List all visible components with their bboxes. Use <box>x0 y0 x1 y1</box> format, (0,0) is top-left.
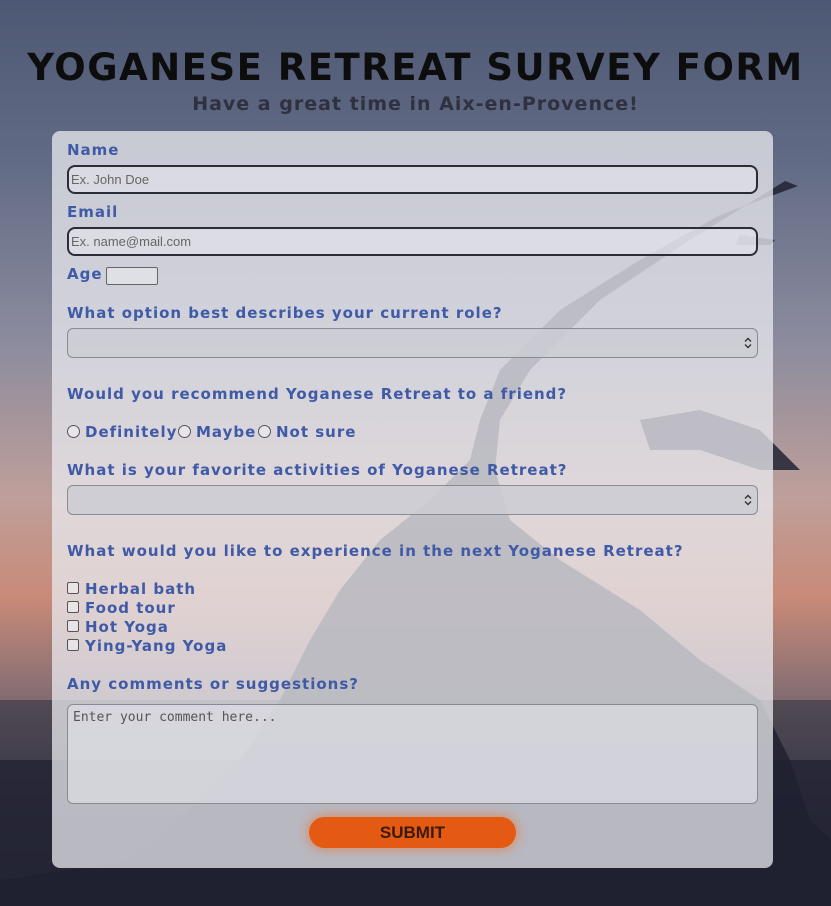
email-label: Email <box>67 203 119 221</box>
experience-question: What would you like to experience in the… <box>67 542 684 560</box>
role-question: What option best describes your current … <box>67 304 503 322</box>
checkbox-hot-yoga[interactable] <box>67 620 79 632</box>
page-title: YOGANESE RETREAT SURVEY FORM <box>27 46 804 89</box>
email-input[interactable] <box>67 227 758 256</box>
age-input[interactable] <box>106 267 158 285</box>
chevron-up-down-icon <box>744 337 752 349</box>
radio-not-sure[interactable] <box>258 425 271 438</box>
radio-label-maybe: Maybe <box>196 423 257 441</box>
favorite-question: What is your favorite activities of Yoga… <box>67 461 568 479</box>
radio-maybe[interactable] <box>178 425 191 438</box>
checkbox-label-hot-yoga: Hot Yoga <box>85 618 169 636</box>
role-dropdown[interactable] <box>67 328 758 358</box>
checkbox-herbal-bath[interactable] <box>67 582 79 594</box>
checkbox-food-tour[interactable] <box>67 601 79 613</box>
checkbox-label-herbal-bath: Herbal bath <box>85 580 197 598</box>
age-label: Age <box>67 265 103 283</box>
radio-label-definitely: Definitely <box>85 423 178 441</box>
checkbox-ying-yang-yoga[interactable] <box>67 639 79 651</box>
chevron-up-down-icon <box>744 494 752 506</box>
submit-button[interactable]: SUBMIT <box>309 817 516 848</box>
comments-textarea[interactable] <box>67 704 758 804</box>
recommend-question: Would you recommend Yoganese Retreat to … <box>67 385 568 403</box>
name-input[interactable] <box>67 165 758 194</box>
checkbox-label-ying-yang-yoga: Ying-Yang Yoga <box>85 637 228 655</box>
page-subtitle: Have a great time in Aix-en-Provence! <box>192 93 639 115</box>
radio-definitely[interactable] <box>67 425 80 438</box>
favorite-dropdown[interactable] <box>67 485 758 515</box>
comments-question: Any comments or suggestions? <box>67 675 359 693</box>
checkbox-label-food-tour: Food tour <box>85 599 176 617</box>
radio-label-not-sure: Not sure <box>276 423 357 441</box>
name-label: Name <box>67 141 120 159</box>
